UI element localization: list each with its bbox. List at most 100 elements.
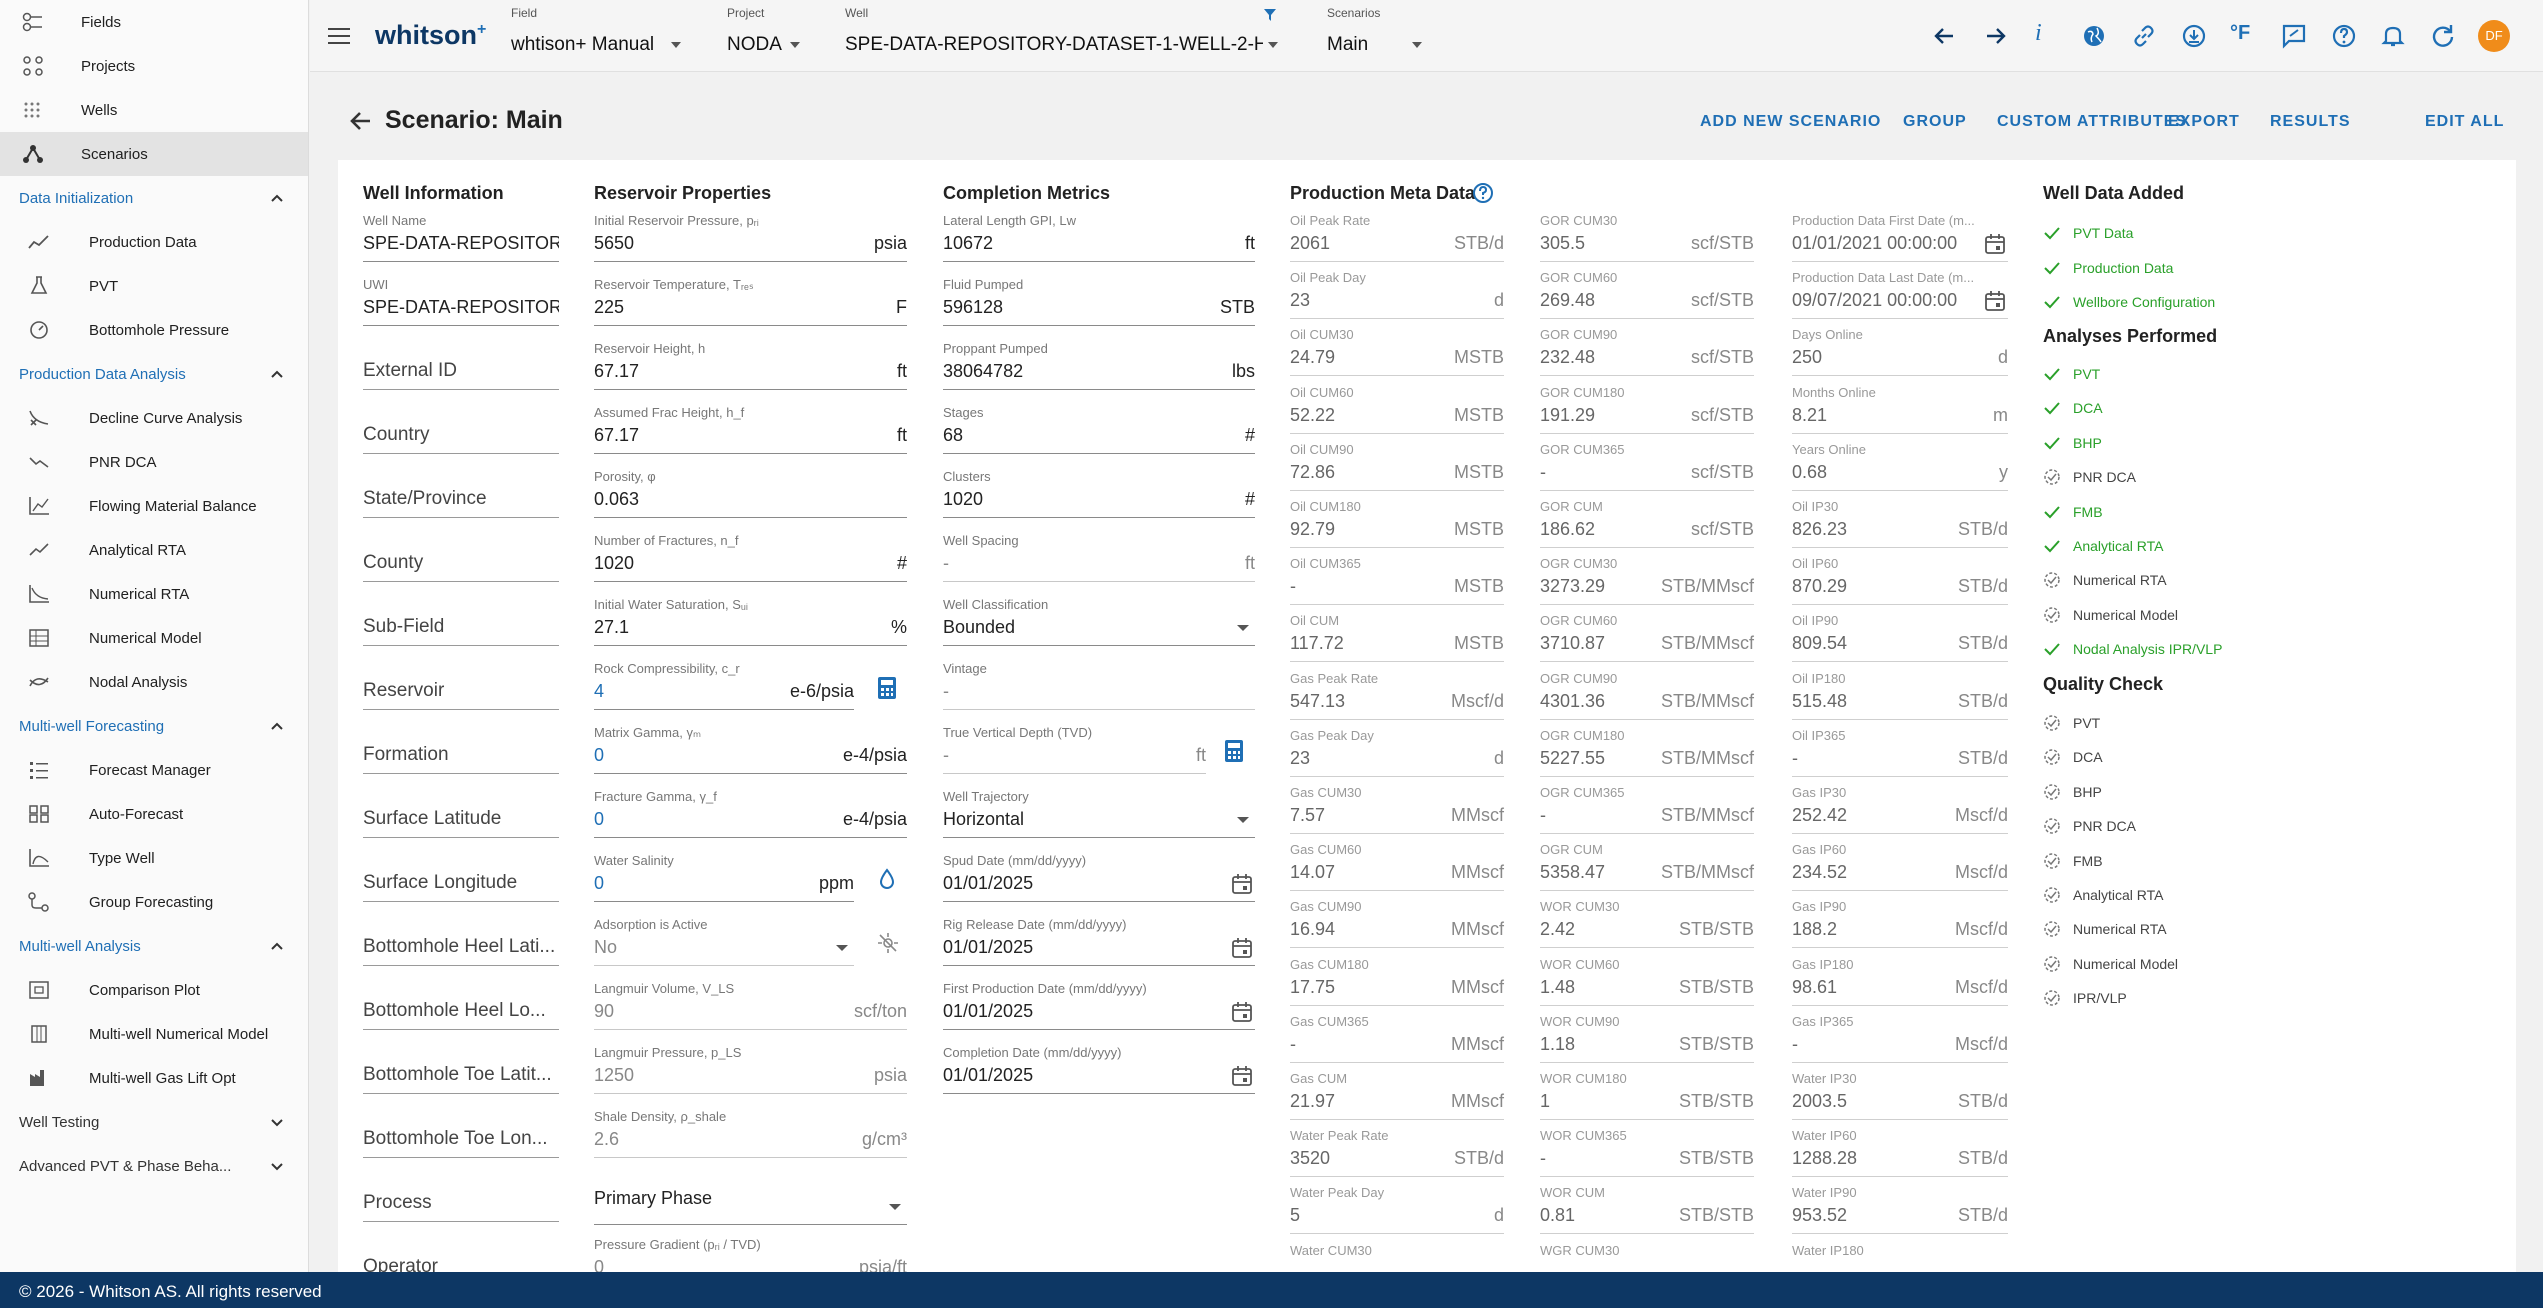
oil-cum180-field[interactable]: Oil CUM180 92.79 MSTB xyxy=(1290,499,1504,557)
primary-phase-field[interactable]: Primary Phase xyxy=(594,1176,907,1234)
bottomhole-toe-latit-field[interactable]: Bottomhole Toe Latit... xyxy=(363,1064,559,1086)
lateral-length-gpi-lw-field[interactable]: Lateral Length GPI, Lw 10672 ft xyxy=(943,213,1255,271)
initial-water-saturation-s-field[interactable]: Initial Water Saturation, Sᵤᵢ 27.1% xyxy=(594,597,907,655)
well-select[interactable]: SPE-DATA-REPOSITORY-DATASET-1-WELL-2-HAW… xyxy=(845,34,1263,56)
gas-cum30-field[interactable]: Gas CUM30 7.57 MMscf xyxy=(1290,785,1504,843)
number-of-fractures-n-f-field[interactable]: Number of Fractures, n_f 1020 # xyxy=(594,533,907,591)
field-caret-icon[interactable] xyxy=(671,42,681,48)
gas-ip90-field[interactable]: Gas IP90 188.2 Mscf/d xyxy=(1792,899,2008,957)
country-field[interactable]: Country xyxy=(363,424,559,446)
porosity-field[interactable]: Porosity, φ 0.063 xyxy=(594,469,907,527)
sidebar-group-multi-well-forecasting[interactable]: Multi-well Forecasting xyxy=(0,704,308,748)
sidebar-item-multi-well-numerical-model[interactable]: Multi-well Numerical Model xyxy=(0,1012,308,1056)
scenario-caret-icon[interactable] xyxy=(1412,42,1422,48)
production-data-last-date-m-field[interactable]: Production Data Last Date (m... 09/07/202… xyxy=(1792,270,2008,328)
reservoir-field[interactable]: Reservoir xyxy=(363,680,559,702)
assumed-frac-height-h-f-field[interactable]: Assumed Frac Height, h_f 67.17 ft xyxy=(594,405,907,463)
sidebar-group-production-data-analysis[interactable]: Production Data Analysis xyxy=(0,352,308,396)
app-logo[interactable]: whitson+ xyxy=(375,20,486,51)
ogr-cum30-field[interactable]: OGR CUM30 3273.29 STB/MMscf xyxy=(1540,556,1754,614)
help-circle-icon[interactable] xyxy=(1472,182,1494,204)
ogr-cum365-field[interactable]: OGR CUM365 - STB/MMscf xyxy=(1540,785,1754,843)
ogr-cum-field[interactable]: OGR CUM 5358.47 STB/MMscf xyxy=(1540,842,1754,900)
sidebar-item-production-data[interactable]: Production Data xyxy=(0,220,308,264)
arrow-forward-icon[interactable] xyxy=(1981,22,2009,50)
county-field[interactable]: County xyxy=(363,552,559,574)
sidebar-item-fields[interactable]: Fields xyxy=(0,0,308,44)
gas-cum90-field[interactable]: Gas CUM90 16.94 MMscf xyxy=(1290,899,1504,957)
matrix-gamma-field[interactable]: Matrix Gamma, γₘ 0 e-4/psia xyxy=(594,725,907,783)
sidebar-item-scenarios[interactable]: Scenarios xyxy=(0,132,308,176)
sidebar-group-well-testing[interactable]: Well Testing xyxy=(0,1100,308,1144)
stages-field[interactable]: Stages 68 # xyxy=(943,405,1255,463)
uwi-field[interactable]: UWI SPE-DATA-REPOSITORY-DATASET-1-WELL-2… xyxy=(363,277,559,335)
well-classification-field[interactable]: Well Classification Bounded xyxy=(943,597,1255,655)
oil-ip60-field[interactable]: Oil IP60 870.29 STB/d xyxy=(1792,556,2008,614)
oil-ip365-field[interactable]: Oil IP365 - STB/d xyxy=(1792,728,2008,786)
filter-icon[interactable] xyxy=(1263,8,1277,22)
gas-cum365-field[interactable]: Gas CUM365 - MMscf xyxy=(1290,1014,1504,1072)
gor-cum365-field[interactable]: GOR CUM365 - scf/STB xyxy=(1540,442,1754,500)
bell-icon[interactable] xyxy=(2379,22,2407,50)
dropdown-arrow-icon[interactable] xyxy=(889,1204,901,1210)
oil-ip90-field[interactable]: Oil IP90 809.54 STB/d xyxy=(1792,613,2008,671)
ogr-cum90-field[interactable]: OGR CUM90 4301.36 STB/MMscf xyxy=(1540,671,1754,729)
sidebar-item-bottomhole-pressure[interactable]: Bottomhole Pressure xyxy=(0,308,308,352)
gas-ip365-field[interactable]: Gas IP365 - Mscf/d xyxy=(1792,1014,2008,1072)
gor-cum180-field[interactable]: GOR CUM180 191.29 scf/STB xyxy=(1540,385,1754,443)
sidebar-item-decline-curve-analysis[interactable]: Decline Curve Analysis xyxy=(0,396,308,440)
years-online-field[interactable]: Years Online 0.68 y xyxy=(1792,442,2008,500)
rock-compressibility-c-r-field[interactable]: Rock Compressibility, c_r 4 e-6/psia xyxy=(594,661,854,719)
user-avatar[interactable]: DF xyxy=(2478,20,2510,52)
globe-icon[interactable] xyxy=(2080,22,2108,50)
sidebar-item-forecast-manager[interactable]: Forecast Manager xyxy=(0,748,308,792)
external-id-field[interactable]: External ID xyxy=(363,360,559,382)
refresh-icon[interactable] xyxy=(2429,22,2457,50)
oil-cum365-field[interactable]: Oil CUM365 - MSTB xyxy=(1290,556,1504,614)
well-name-field[interactable]: Well Name SPE-DATA-REPOSITORY-DATASET-1-… xyxy=(363,213,559,271)
production-data-first-date-m-field[interactable]: Production Data First Date (m... 01/01/20… xyxy=(1792,213,2008,271)
langmuir-volume-v-ls-field[interactable]: Langmuir Volume, V_LS 90 scf/ton xyxy=(594,981,907,1039)
results-button[interactable]: RESULTS xyxy=(2270,113,2350,131)
export-button[interactable]: EXPORT xyxy=(2168,113,2240,131)
sidebar-item-group-forecasting[interactable]: Group Forecasting xyxy=(0,880,308,924)
sidebar-item-nodal-analysis[interactable]: Nodal Analysis xyxy=(0,660,308,704)
gor-cum90-field[interactable]: GOR CUM90 232.48 scf/STB xyxy=(1540,327,1754,385)
wor-cum-field[interactable]: WOR CUM 0.81 STB/STB xyxy=(1540,1185,1754,1243)
dropdown-arrow-icon[interactable] xyxy=(1237,625,1249,631)
gas-peak-rate-field[interactable]: Gas Peak Rate 547.13 Mscf/d xyxy=(1290,671,1504,729)
bottomhole-toe-lon-field[interactable]: Bottomhole Toe Lon... xyxy=(363,1128,559,1150)
feedback-icon[interactable] xyxy=(2280,22,2308,50)
calendar-icon[interactable] xyxy=(1231,937,1253,959)
oil-cum-field[interactable]: Oil CUM 117.72 MSTB xyxy=(1290,613,1504,671)
fracture-gamma-f-field[interactable]: Fracture Gamma, γ_f 0 e-4/psia xyxy=(594,789,907,847)
scenario-select[interactable]: Main xyxy=(1327,34,1368,56)
help-icon[interactable] xyxy=(2330,22,2358,50)
sidebar-item-pvt[interactable]: PVT xyxy=(0,264,308,308)
wor-cum90-field[interactable]: WOR CUM90 1.18 STB/STB xyxy=(1540,1014,1754,1072)
water-salinity-field[interactable]: Water Salinity 0 ppm xyxy=(594,853,854,911)
days-online-field[interactable]: Days Online 250 d xyxy=(1792,327,2008,385)
gas-ip180-field[interactable]: Gas IP180 98.61 Mscf/d xyxy=(1792,957,2008,1015)
oil-peak-day-field[interactable]: Oil Peak Day 23 d xyxy=(1290,270,1504,328)
rig-release-date-mm-dd-yyyy-field[interactable]: Rig Release Date (mm/dd/yyyy) 01/01/2025 xyxy=(943,917,1255,975)
clusters-field[interactable]: Clusters 1020 # xyxy=(943,469,1255,527)
gor-cum30-field[interactable]: GOR CUM30 305.5 scf/STB xyxy=(1540,213,1754,271)
dropdown-arrow-icon[interactable] xyxy=(836,945,848,951)
true-vertical-depth-tvd-field[interactable]: True Vertical Depth (TVD) - ft xyxy=(943,725,1206,783)
sidebar-item-analytical-rta[interactable]: Analytical RTA xyxy=(0,528,308,572)
vintage-field[interactable]: Vintage - xyxy=(943,661,1255,719)
water-ip90-field[interactable]: Water IP90 953.52 STB/d xyxy=(1792,1185,2008,1243)
gas-peak-day-field[interactable]: Gas Peak Day 23 d xyxy=(1290,728,1504,786)
bottomhole-heel-lati-field[interactable]: Bottomhole Heel Lati... xyxy=(363,936,559,958)
ogr-cum60-field[interactable]: OGR CUM60 3710.87 STB/MMscf xyxy=(1540,613,1754,671)
water-ip60-field[interactable]: Water IP60 1288.28 STB/d xyxy=(1792,1128,2008,1186)
months-online-field[interactable]: Months Online 8.21 m xyxy=(1792,385,2008,443)
sidebar-item-pnr-dca[interactable]: PNR DCA xyxy=(0,440,308,484)
ogr-cum180-field[interactable]: OGR CUM180 5227.55 STB/MMscf xyxy=(1540,728,1754,786)
spud-date-mm-dd-yyyy-field[interactable]: Spud Date (mm/dd/yyyy) 01/01/2025 xyxy=(943,853,1255,911)
calculator-icon[interactable] xyxy=(877,676,897,700)
water-peak-day-field[interactable]: Water Peak Day 5 d xyxy=(1290,1185,1504,1243)
link-icon[interactable] xyxy=(2130,22,2158,50)
custom-attributes-button[interactable]: CUSTOM ATTRIBUTES xyxy=(1997,113,2187,131)
